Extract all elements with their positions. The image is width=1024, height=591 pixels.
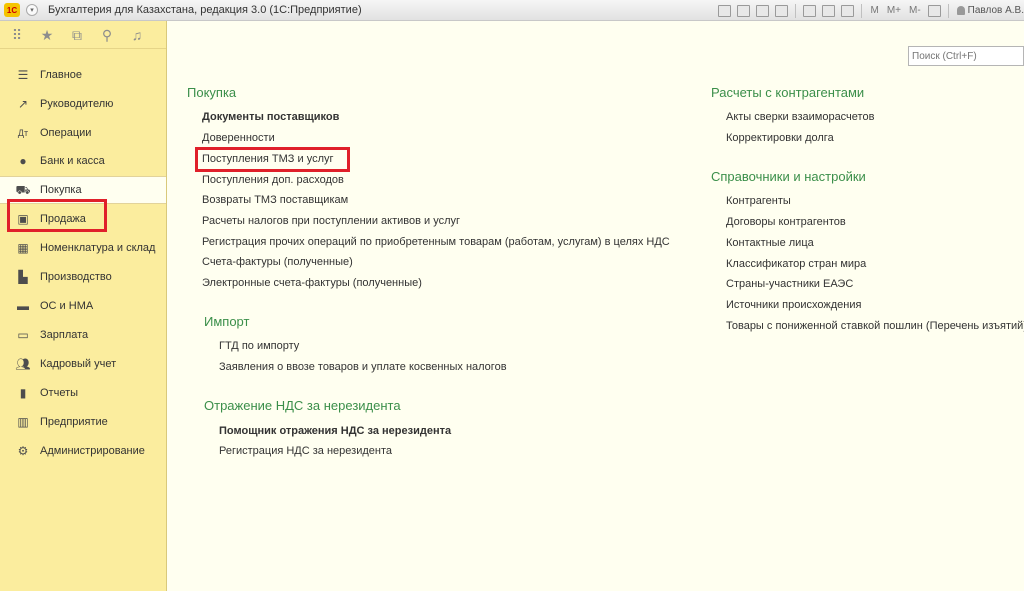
current-user[interactable]: Павлов А.В.	[956, 5, 1024, 16]
sidebar-item-nomenklatura[interactable]: ▦ Номенклатура и склад	[0, 234, 166, 262]
highlight-frame	[195, 147, 350, 172]
link-dokumenty-postavshchikov[interactable]: Документы поставщиков	[202, 111, 339, 123]
people-icon: 👥︎	[15, 357, 31, 371]
title-bar-tools: M M+ M- Павлов А.В.	[715, 0, 1024, 21]
link-raschety-nalogov[interactable]: Расчеты налогов при поступлении активов …	[202, 215, 460, 227]
user-name: Павлов А.В.	[967, 5, 1024, 16]
link-registraciya-prochikh-operacij[interactable]: Регистрация прочих операций по приобрете…	[202, 236, 670, 248]
sections-panel: ⠿ ★ ⧉ ⚲ ♫ ☰ Главное ↗ Руководителю Дт Оп…	[0, 21, 167, 591]
fullscreen-icon[interactable]	[927, 4, 941, 17]
sidebar-item-label: Главное	[40, 69, 83, 81]
sidebar-item-label: Номенклатура и склад	[40, 242, 156, 254]
sidebar-item-proizvodstvo[interactable]: ▙ Производство	[0, 263, 166, 291]
gear-icon: ⚙	[17, 444, 29, 458]
separator	[947, 3, 949, 18]
memory-plus-button[interactable]: M+	[887, 5, 901, 16]
link-kontaktnye-lica[interactable]: Контактные лица	[726, 237, 814, 249]
coins-icon: ●	[19, 154, 27, 168]
document-icon[interactable]	[756, 4, 770, 17]
sidebar-item-label: Банк и касса	[40, 155, 105, 167]
link-klassifikator-stran[interactable]: Классификатор стран мира	[726, 258, 866, 270]
building-icon: ▥	[17, 415, 29, 429]
calendar-icon[interactable]	[822, 4, 836, 17]
link-tovary-s-ponizhennoj-stavkoj[interactable]: Товары с пониженной ставкой пошлин (Пере…	[726, 320, 1024, 332]
memory-button[interactable]: M	[870, 5, 878, 16]
sidebar-item-zarplata[interactable]: ▭ Зарплата	[0, 321, 166, 349]
sidebar-item-glavnoe[interactable]: ☰ Главное	[0, 61, 166, 89]
money-icon: ▭	[17, 328, 29, 342]
sidebar-item-label: Покупка	[40, 184, 82, 196]
section-content: Покупка Документы поставщиков Довереннос…	[167, 21, 1024, 591]
title-bar: 1С ▾ Бухгалтерия для Казахстана, редакци…	[0, 0, 1024, 21]
memory-minus-button[interactable]: M-	[909, 5, 921, 16]
trend-chart-icon: ↗	[17, 97, 29, 111]
sidebar-item-label: Отчеты	[40, 387, 79, 399]
sidebar-item-label: ОС и НМА	[40, 300, 94, 312]
sidebar-item-label: Администрирование	[40, 445, 145, 457]
link-doverennosti[interactable]: Доверенности	[202, 132, 275, 144]
section-title-spravochniki: Справочники и настройки	[711, 169, 866, 184]
star-icon[interactable]: ★	[40, 28, 54, 42]
sidebar-item-label: Руководителю	[40, 98, 114, 110]
truck-icon: ▬	[17, 299, 29, 313]
sidebar-item-label: Зарплата	[40, 329, 89, 341]
sidebar-toolbar: ⠿ ★ ⧉ ⚲ ♫	[0, 21, 166, 49]
main-menu-button[interactable]: ▾	[26, 4, 38, 16]
app-logo-icon: 1С	[4, 3, 20, 17]
link-registraciya-nds[interactable]: Регистрация НДС за нерезидента	[219, 445, 392, 457]
sidebar-item-label: Операции	[40, 127, 92, 139]
link-elektronnye-scheta-faktury[interactable]: Электронные счета-фактуры (полученные)	[202, 277, 422, 289]
separator	[861, 3, 863, 18]
separator	[795, 3, 797, 18]
clipboard-icon[interactable]	[841, 4, 855, 17]
operations-icon: Дт	[17, 128, 29, 138]
sidebar-item-operacii[interactable]: Дт Операции	[0, 119, 166, 147]
sidebar-item-rukovoditelyu[interactable]: ↗ Руководителю	[0, 90, 166, 118]
save-icon[interactable]	[718, 4, 732, 17]
search-input[interactable]	[908, 46, 1024, 66]
sidebar-item-label: Производство	[40, 271, 112, 283]
history-icon[interactable]: ⧉	[70, 28, 84, 42]
sidebar-item-administrirovanie[interactable]: ⚙ Администрирование	[0, 437, 166, 465]
section-title-nds-nerezidenta: Отражение НДС за нерезидента	[204, 398, 401, 413]
sidebar-item-bank-kassa[interactable]: ● Банк и касса	[0, 147, 166, 175]
highlight-frame	[7, 199, 107, 232]
print-icon[interactable]	[737, 4, 751, 17]
shopping-cart-icon: ⛟	[15, 183, 31, 197]
boxes-icon: ▦	[17, 241, 29, 255]
link-pomoshchnik-nds[interactable]: Помощник отражения НДС за нерезидента	[219, 425, 451, 437]
link-akty-sverki[interactable]: Акты сверки взаиморасчетов	[726, 111, 874, 123]
window-title: Бухгалтерия для Казахстана, редакция 3.0…	[48, 4, 362, 16]
section-title-import: Импорт	[204, 314, 250, 329]
sidebar-item-otchety[interactable]: ▮ Отчеты	[0, 379, 166, 407]
link-postupleniya-dop-raskhodov[interactable]: Поступления доп. расходов	[202, 174, 344, 186]
link-gtd-po-importu[interactable]: ГТД по импорту	[219, 340, 299, 352]
link-scheta-faktury[interactable]: Счета-фактуры (полученные)	[202, 256, 353, 268]
search-icon[interactable]: ⚲	[100, 28, 114, 42]
link-zayavleniya-o-vvoze[interactable]: Заявления о ввозе товаров и уплате косве…	[219, 361, 507, 373]
menu-lines-icon: ☰	[17, 68, 29, 82]
link-dogovory-kontragentov[interactable]: Договоры контрагентов	[726, 216, 846, 228]
calculator-icon[interactable]	[803, 4, 817, 17]
user-icon	[956, 6, 965, 15]
sidebar-item-kadrovyj-uchet[interactable]: 👥︎ Кадровый учет	[0, 350, 166, 378]
link-korrektirovki-dolga[interactable]: Корректировки долга	[726, 132, 834, 144]
section-title-pokupka: Покупка	[187, 85, 237, 100]
link-icon[interactable]	[775, 4, 789, 17]
section-title-raschety: Расчеты с контрагентами	[711, 85, 865, 100]
link-istochniki-proiskhozhdeniya[interactable]: Источники происхождения	[726, 299, 861, 311]
sidebar-item-label: Предприятие	[40, 416, 108, 428]
sidebar-item-label: Кадровый учет	[40, 358, 117, 370]
bar-chart-icon: ▮	[19, 386, 27, 400]
link-strany-eaes[interactable]: Страны-участники ЕАЭС	[726, 278, 853, 290]
link-kontragenty[interactable]: Контрагенты	[726, 195, 791, 207]
sidebar-item-os-nma[interactable]: ▬ ОС и НМА	[0, 292, 166, 320]
link-vozvraty-tmz[interactable]: Возвраты ТМЗ поставщикам	[202, 194, 348, 206]
bell-icon[interactable]: ♫	[130, 28, 144, 42]
sidebar-item-predpriyatie[interactable]: ▥ Предприятие	[0, 408, 166, 436]
factory-icon: ▙	[18, 270, 28, 284]
apps-grid-icon[interactable]: ⠿	[10, 28, 24, 42]
